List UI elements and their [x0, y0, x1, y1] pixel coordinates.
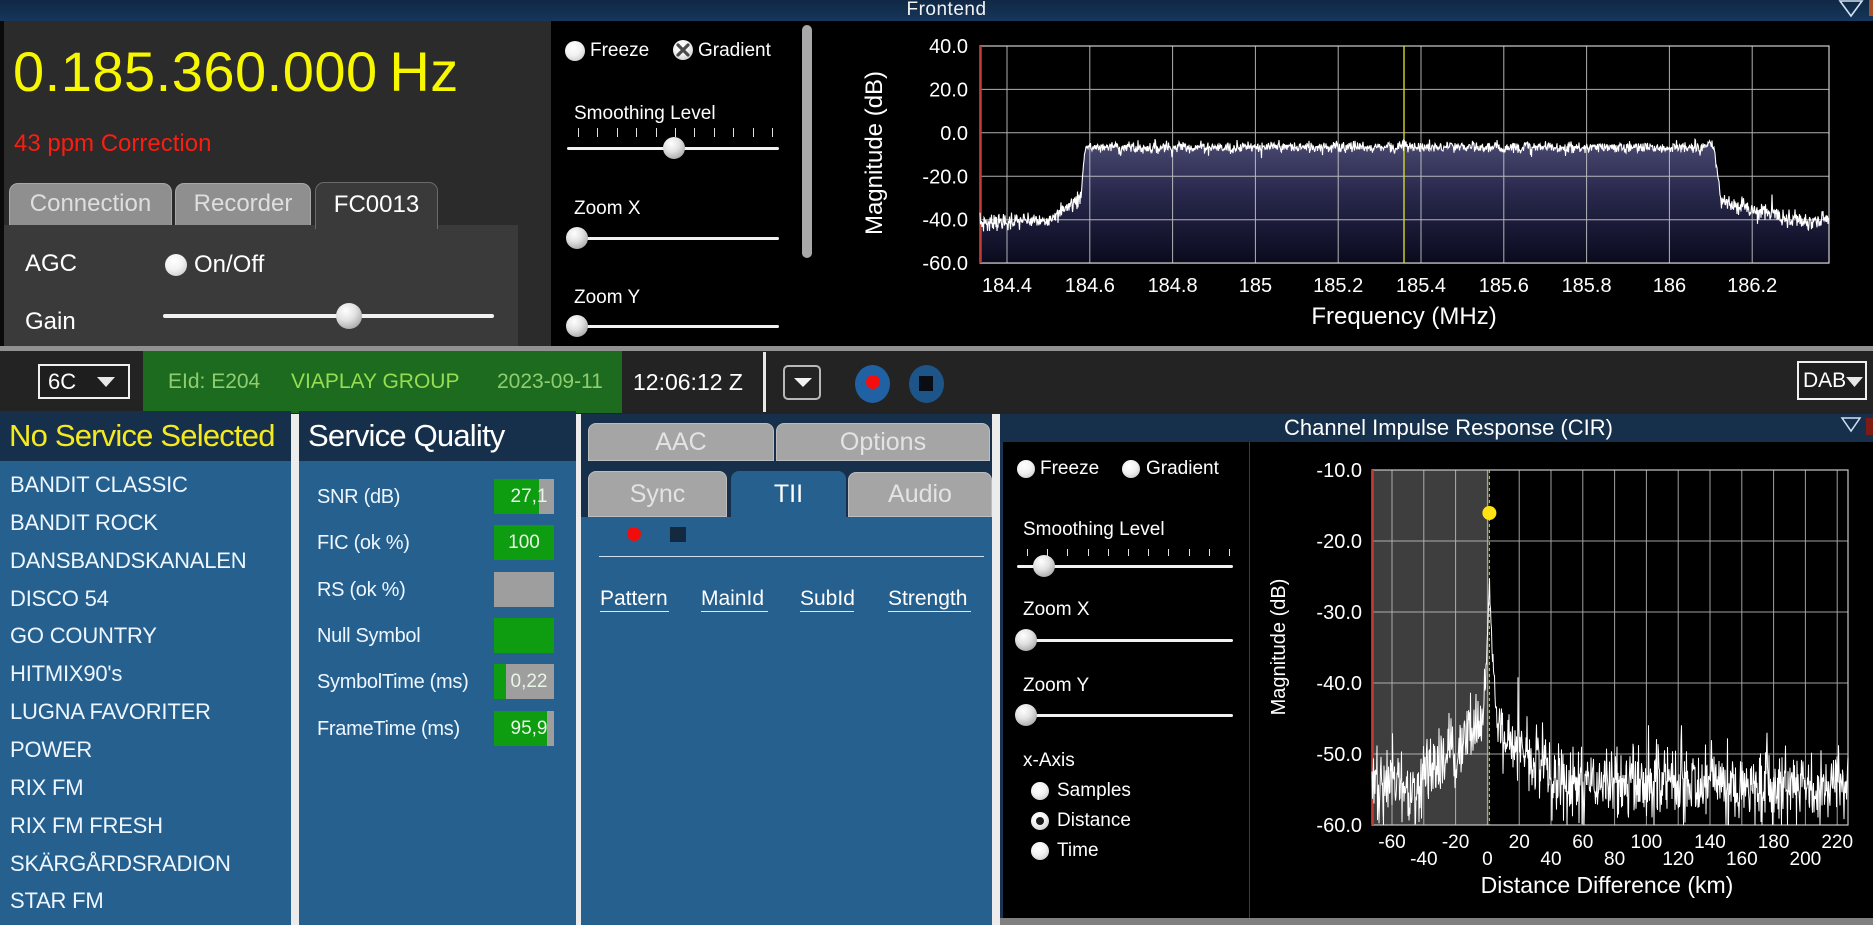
svg-text:-60.0: -60.0 — [1316, 815, 1362, 837]
svg-text:-60: -60 — [1378, 832, 1405, 853]
svg-text:Distance Difference (km): Distance Difference (km) — [1481, 872, 1734, 898]
svg-text:Magnitude (dB): Magnitude (dB) — [1268, 579, 1290, 716]
svg-text:-10.0: -10.0 — [1316, 460, 1362, 482]
svg-text:185: 185 — [1239, 275, 1272, 297]
svg-text:184.8: 184.8 — [1148, 275, 1198, 297]
svg-text:-60.0: -60.0 — [922, 253, 968, 275]
svg-text:185.2: 185.2 — [1313, 275, 1363, 297]
svg-text:-20: -20 — [1442, 832, 1469, 853]
svg-text:60: 60 — [1572, 832, 1593, 853]
svg-text:200: 200 — [1790, 849, 1822, 870]
svg-text:100: 100 — [1631, 832, 1663, 853]
svg-text:185.4: 185.4 — [1396, 275, 1446, 297]
svg-text:0: 0 — [1482, 849, 1493, 870]
svg-text:120: 120 — [1662, 849, 1694, 870]
svg-text:-20.0: -20.0 — [1316, 531, 1362, 553]
svg-text:0.0: 0.0 — [940, 123, 968, 145]
svg-text:220: 220 — [1821, 832, 1853, 853]
svg-text:186.2: 186.2 — [1727, 275, 1777, 297]
svg-text:140: 140 — [1694, 832, 1726, 853]
svg-text:-20.0: -20.0 — [922, 166, 968, 188]
svg-text:184.6: 184.6 — [1065, 275, 1115, 297]
svg-text:Frequency (MHz): Frequency (MHz) — [1311, 303, 1496, 330]
svg-text:40.0: 40.0 — [929, 36, 968, 58]
svg-text:-30.0: -30.0 — [1316, 602, 1362, 624]
svg-text:186: 186 — [1653, 275, 1686, 297]
svg-text:-50.0: -50.0 — [1316, 744, 1362, 766]
svg-text:-40.0: -40.0 — [1316, 673, 1362, 695]
svg-text:20: 20 — [1509, 832, 1530, 853]
svg-text:80: 80 — [1604, 849, 1625, 870]
svg-text:160: 160 — [1726, 849, 1758, 870]
svg-text:184.4: 184.4 — [982, 275, 1032, 297]
svg-text:Magnitude (dB): Magnitude (dB) — [861, 71, 888, 235]
svg-text:185.6: 185.6 — [1479, 275, 1529, 297]
svg-text:180: 180 — [1758, 832, 1790, 853]
svg-text:40: 40 — [1540, 849, 1561, 870]
svg-text:185.8: 185.8 — [1562, 275, 1612, 297]
svg-text:-40.0: -40.0 — [922, 210, 968, 232]
svg-text:-40: -40 — [1410, 849, 1437, 870]
svg-text:20.0: 20.0 — [929, 79, 968, 101]
